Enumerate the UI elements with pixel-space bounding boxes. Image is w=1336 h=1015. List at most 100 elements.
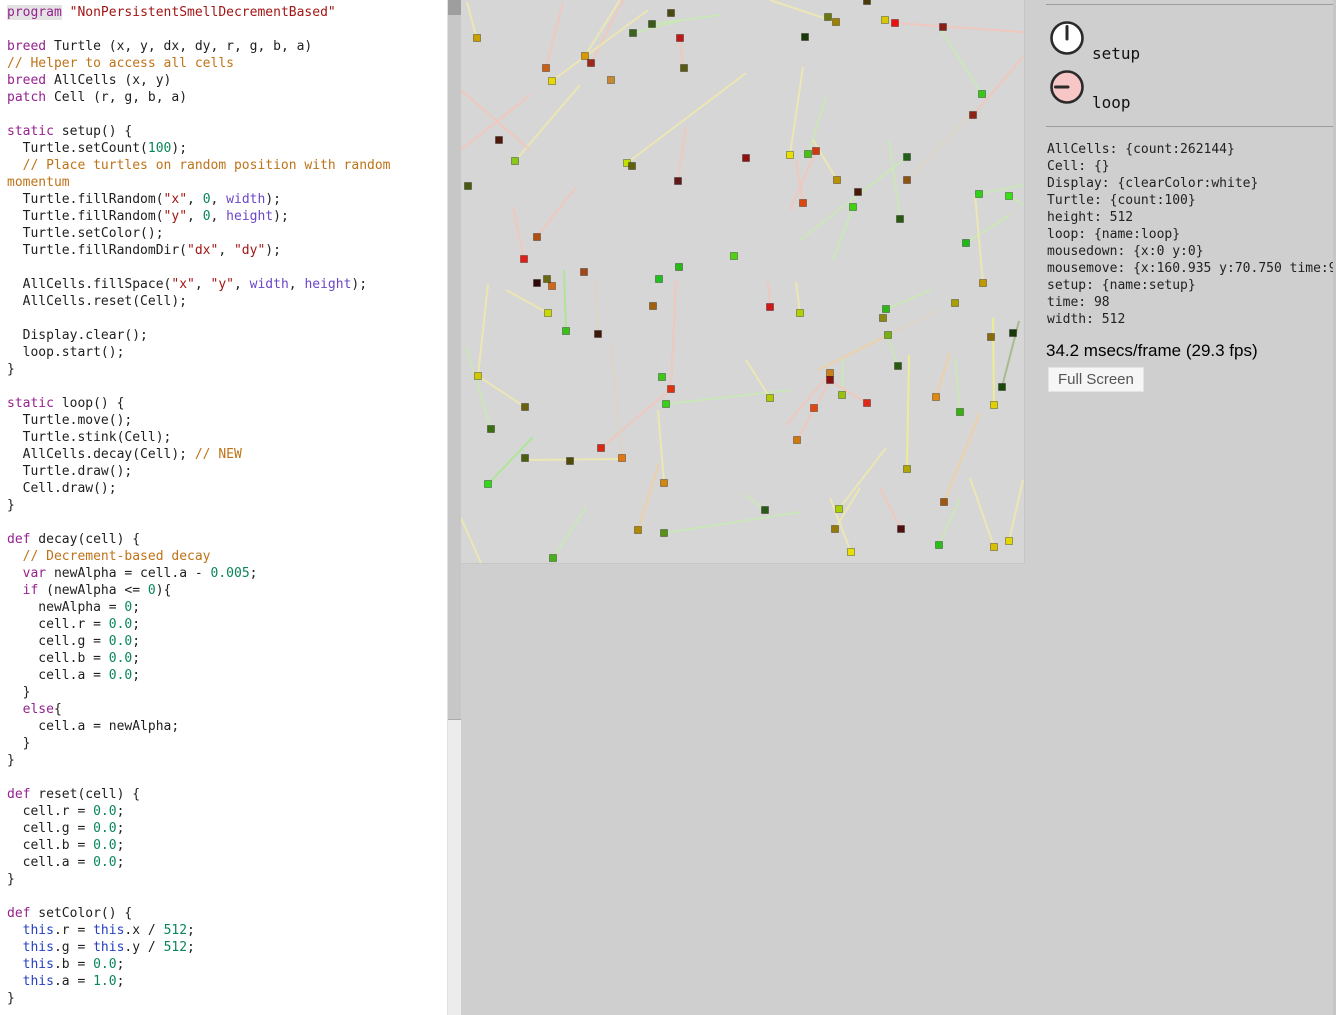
turtle-square <box>762 507 769 514</box>
code-line: if (newAlpha <= 0){ <box>7 582 447 599</box>
turtle-square <box>827 370 834 377</box>
turtle-trail <box>955 358 960 412</box>
code-line <box>7 21 447 38</box>
turtle-trail <box>1009 480 1023 541</box>
turtle-square <box>880 315 887 322</box>
turtle-square <box>898 526 905 533</box>
turtle-trail <box>880 488 901 529</box>
turtle-trail <box>889 140 900 219</box>
turtle-trail <box>515 85 580 161</box>
turtle-square <box>731 253 738 260</box>
full-screen-button[interactable]: Full Screen <box>1048 367 1144 392</box>
loop-button-label[interactable]: loop <box>1092 94 1131 112</box>
code-line: AllCells.fillSpace("x", "y", width, heig… <box>7 276 447 293</box>
turtle-square <box>598 445 605 452</box>
turtle-square <box>883 306 890 313</box>
turtle-square <box>904 154 911 161</box>
turtle-square <box>661 480 668 487</box>
turtle-square <box>933 394 940 401</box>
turtle-square <box>963 240 970 247</box>
code-line: cell.r = 0.0; <box>7 616 447 633</box>
code-line: cell.a = newAlpha; <box>7 718 447 735</box>
turtle-square <box>675 178 682 185</box>
turtle-square <box>544 276 551 283</box>
turtle-square <box>988 334 995 341</box>
debug-line: time: 98 <box>1047 294 1336 311</box>
code-line: else{ <box>7 701 447 718</box>
code-line <box>7 106 447 123</box>
turtle-square <box>895 363 902 370</box>
turtle-square <box>649 21 656 28</box>
panel-divider-top <box>1046 4 1336 5</box>
code-line: cell.g = 0.0; <box>7 820 447 837</box>
code-line: def setColor() { <box>7 905 447 922</box>
turtle-trail <box>936 353 950 397</box>
turtle-square <box>834 177 841 184</box>
turtle-trail <box>786 373 830 425</box>
editor-scrollbar-thumb[interactable] <box>448 15 461 720</box>
turtle-square <box>534 234 541 241</box>
turtle-square <box>800 200 807 207</box>
turtle-square <box>512 158 519 165</box>
turtle-square <box>681 65 688 72</box>
turtle-square <box>811 405 818 412</box>
loop-button[interactable] <box>1048 68 1086 106</box>
turtle-trail <box>552 10 648 81</box>
turtle-simulation <box>461 0 1024 563</box>
debug-line: mousemove: {x:160.935 y:70.750 time:9 <box>1047 260 1336 277</box>
debug-line: setup: {name:setup} <box>1047 277 1336 294</box>
turtle-square <box>650 303 657 310</box>
turtle-square <box>629 163 636 170</box>
setup-button-label[interactable]: setup <box>1092 45 1140 63</box>
code-text[interactable]: program "NonPersistentSmellDecrementBase… <box>0 0 447 1007</box>
turtle-square <box>839 392 846 399</box>
turtle-square <box>661 530 668 537</box>
turtle-trail <box>546 2 563 68</box>
code-line <box>7 514 447 531</box>
turtle-trail <box>627 73 746 163</box>
turtle-trail <box>461 518 481 563</box>
debug-variables: AllCells: {count:262144}Cell: {}Display:… <box>1047 141 1336 331</box>
turtle-square <box>957 409 964 416</box>
turtle-trail <box>658 410 664 483</box>
turtle-square <box>488 426 495 433</box>
debug-line: Turtle: {count:100} <box>1047 192 1336 209</box>
turtle-square <box>534 280 541 287</box>
turtle-square <box>496 137 503 144</box>
debug-line: loop: {name:loop} <box>1047 226 1336 243</box>
turtle-trail <box>790 67 803 155</box>
turtle-square <box>549 283 556 290</box>
turtle-square <box>543 65 550 72</box>
turtle-square <box>970 112 977 119</box>
debug-line: mousedown: {x:0 y:0} <box>1047 243 1336 260</box>
code-line: var newAlpha = cell.a - 0.005; <box>7 565 447 582</box>
setup-button[interactable] <box>1048 19 1086 57</box>
scrollbar-up-button[interactable] <box>448 0 461 15</box>
code-line: } <box>7 752 447 769</box>
debug-line: Cell: {} <box>1047 158 1336 175</box>
code-line: } <box>7 497 447 514</box>
code-line: Turtle.draw(); <box>7 463 447 480</box>
clock-icon <box>1052 23 1083 54</box>
turtle-square <box>855 189 862 196</box>
turtle-trail <box>832 382 867 403</box>
editor-scrollbar[interactable] <box>447 0 461 1015</box>
code-line: } <box>7 735 447 752</box>
simulation-canvas[interactable] <box>461 0 1025 564</box>
turtle-square <box>619 455 626 462</box>
code-editor[interactable]: program "NonPersistentSmellDecrementBase… <box>0 0 447 1015</box>
code-line: // Place turtles on random position with… <box>7 157 447 174</box>
performance-stats: 34.2 msecs/frame (29.3 fps) <box>1046 341 1258 361</box>
turtle-square <box>976 191 983 198</box>
code-line: Turtle.fillRandom("y", 0, height); <box>7 208 447 225</box>
turtle-trail <box>966 215 1010 243</box>
turtle-square <box>827 377 834 384</box>
turtle-square <box>474 35 481 42</box>
code-line: Turtle.setCount(100); <box>7 140 447 157</box>
turtle-square <box>904 466 911 473</box>
code-line: } <box>7 684 447 701</box>
turtle-square <box>897 216 904 223</box>
turtle-square <box>659 374 666 381</box>
turtle-square <box>848 549 855 556</box>
code-line: AllCells.decay(Cell); // NEW <box>7 446 447 463</box>
